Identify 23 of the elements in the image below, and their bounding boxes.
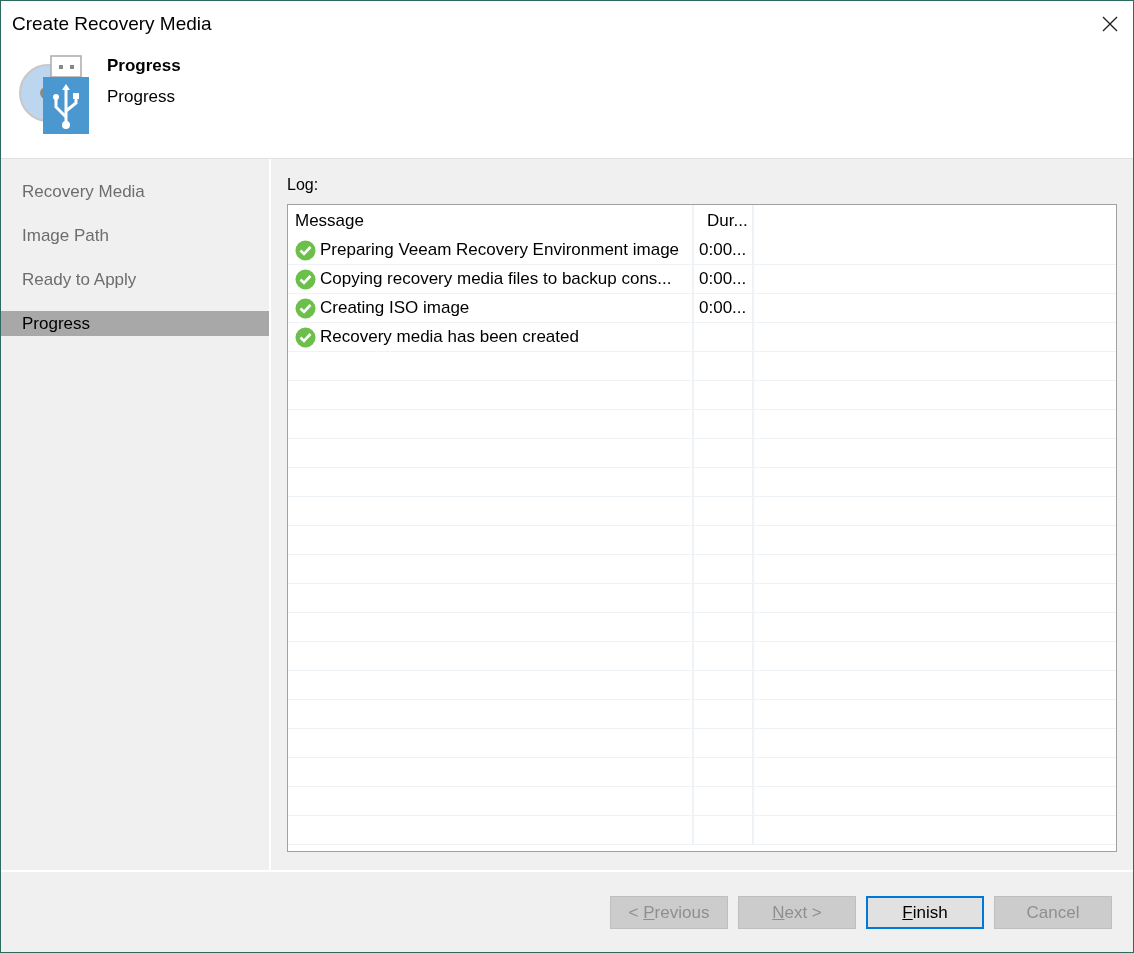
wizard-step[interactable]: Recovery Media [1, 179, 269, 204]
column-header[interactable]: Dur... [707, 209, 748, 232]
check-circle-icon [295, 326, 316, 348]
step-title: Progress [107, 55, 181, 77]
column-header[interactable]: Message [295, 209, 364, 232]
check-circle-icon [295, 268, 316, 290]
wizard-step[interactable]: Image Path [1, 223, 269, 248]
step-subtitle: Progress [107, 86, 177, 108]
window-title: Create Recovery Media [11, 12, 212, 36]
wizard-step[interactable]: Ready to Apply [1, 267, 269, 292]
log-duration: 0:00... [699, 239, 747, 261]
wizard-step[interactable]: Progress [1, 311, 269, 336]
close-icon [1102, 16, 1118, 32]
log-message: Preparing Veeam Recovery Environment image [320, 239, 680, 261]
log-duration: 0:00... [699, 268, 747, 290]
check-circle-icon [295, 297, 316, 319]
check-circle-icon [295, 239, 316, 261]
log-message: Copying recovery media files to backup cons... [320, 268, 672, 290]
log-message: Creating ISO image [320, 297, 470, 319]
log-message: Recovery media has been created [320, 326, 579, 348]
log-label: Log: [287, 175, 320, 195]
wizard-button[interactable]: Finish [866, 896, 984, 929]
log-duration: 0:00... [699, 297, 747, 319]
